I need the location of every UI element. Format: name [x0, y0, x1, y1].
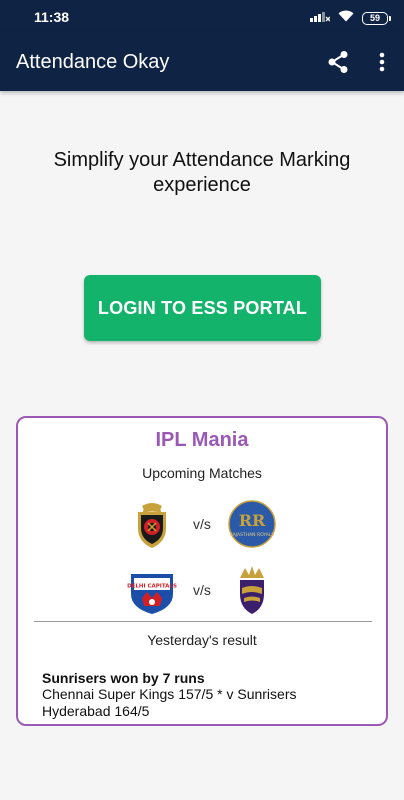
battery-icon: 59 — [362, 11, 391, 25]
more-options-button[interactable] — [368, 50, 396, 78]
status-icons: 59 — [310, 9, 391, 27]
result-headline: Sunrisers won by 7 runs — [42, 670, 205, 686]
dc-logo-text: DELHI CAPITALS — [127, 584, 177, 590]
wifi-icon — [338, 9, 354, 27]
ipl-title: IPL Mania — [155, 429, 249, 451]
tagline: Simplify your Attendance Marking experie… — [53, 149, 351, 196]
battery-level: 59 — [369, 13, 380, 23]
rcb-logo — [126, 498, 178, 550]
svg-text:RR: RR — [239, 511, 266, 530]
match-row: v/s RR RAJASTHAN ROYALS — [18, 498, 386, 554]
match-row: DELHI CAPITALS v/s — [18, 564, 386, 620]
ipl-card: IPL Mania Upcoming Matches v/s RR RAJAST… — [16, 416, 388, 726]
delhi-capitals-logo: DELHI CAPITALS — [126, 564, 178, 616]
upcoming-matches-label: Upcoming Matches — [142, 465, 262, 481]
share-icon — [327, 50, 349, 79]
yesterday-result-label: Yesterday's result — [147, 632, 257, 648]
result-detail: Chennai Super Kings 157/5 * v Sunrisers … — [42, 686, 297, 719]
rr-logo-text: RAJASTHAN ROYALS — [230, 532, 275, 538]
app-bar: Attendance Okay — [0, 33, 404, 91]
status-time: 11:38 — [34, 9, 70, 25]
app-title: Attendance Okay — [16, 51, 170, 73]
login-ess-portal-button[interactable]: LOGIN TO ESS PORTAL — [84, 275, 321, 341]
status-bar: 11:38 59 — [0, 0, 404, 33]
vs-label: v/s — [193, 516, 211, 532]
vs-label: v/s — [193, 582, 211, 598]
kkr-logo — [226, 564, 278, 616]
signal-icon — [310, 9, 331, 27]
rajasthan-royals-logo: RR RAJASTHAN ROYALS — [226, 498, 278, 550]
more-vert-icon — [379, 52, 385, 77]
share-button[interactable] — [324, 50, 352, 78]
divider — [34, 621, 372, 622]
